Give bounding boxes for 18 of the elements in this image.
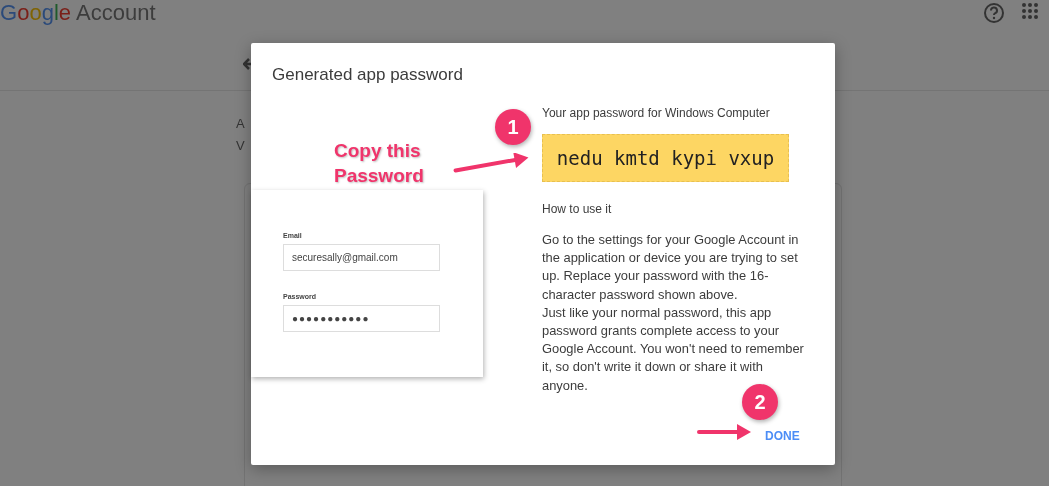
step-badge: 1 [495, 109, 531, 145]
app-password: nedu kmtd kypi vxup [542, 134, 789, 182]
password-field[interactable]: ●●●●●●●●●●● [283, 305, 440, 332]
product-name: Account [76, 0, 156, 26]
back-arrow-icon[interactable] [243, 56, 253, 72]
dialog-title: Generated app password [272, 65, 463, 85]
annotation-text: Copy this Password [334, 139, 425, 188]
step-badge: 2 [742, 384, 778, 420]
page-text: V [236, 137, 245, 155]
apps-grid-icon[interactable] [1021, 2, 1039, 20]
page-text: A [236, 115, 245, 133]
logo-text: Google [0, 0, 71, 26]
section-heading: How to use it [542, 201, 613, 217]
help-icon[interactable] [983, 2, 1005, 24]
instructions-text: Go to the settings for your Google Account in the application or device you are trying to set up. Replace your password with the 16-character password shown above. [542, 231, 800, 304]
arrow-annotation [697, 421, 753, 443]
password-label: Your app password for Windows Computer [542, 105, 771, 121]
email-field[interactable]: securesally@gmail.com [283, 244, 440, 271]
